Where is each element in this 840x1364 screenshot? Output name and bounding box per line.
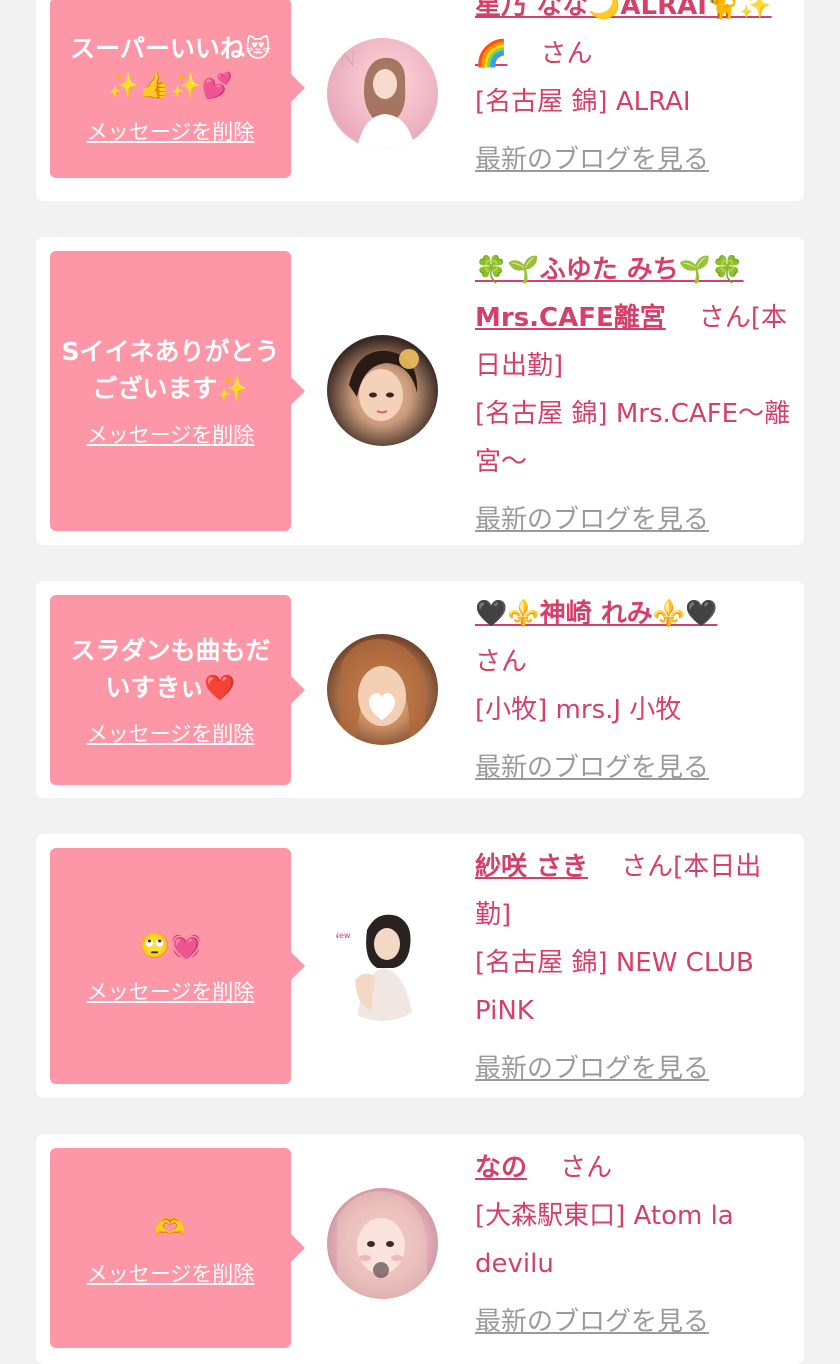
- message-text: 🙄💓: [139, 930, 202, 960]
- profile-info: 星乃 なな🌙ALRAI🐈✨🌈 さん [名古屋 錦] ALRAI 最新のブログを見…: [475, 0, 795, 184]
- honorific: さん: [475, 647, 528, 677]
- name-spacer: [535, 1153, 552, 1183]
- message-bubble: 🙄💓 メッセージを削除: [50, 848, 305, 1084]
- message-text: スラダンも曲もだいすきぃ❤️: [70, 636, 271, 702]
- avatar[interactable]: [327, 1188, 438, 1299]
- latest-blog-link[interactable]: 最新のブログを見る: [475, 1045, 709, 1093]
- honorific: さん: [621, 852, 674, 882]
- profile-info: 🍀🌱ふゆた みち🌱🍀Mrs.CAFE離宮 さん[本日出勤] [名古屋 錦] Mr…: [475, 246, 795, 544]
- message-text: 🫶: [154, 1212, 187, 1242]
- latest-blog-link[interactable]: 最新のブログを見る: [475, 1298, 709, 1346]
- profile-name-link[interactable]: なの: [475, 1153, 527, 1183]
- message-card: 🫶 メッセージを削除 なの さん [大森駅東口] Atom la devilu …: [36, 1134, 804, 1364]
- message-card: Sイイネありがとうございます✨ メッセージを削除 🍀🌱ふゆた みち🌱🍀Mrs.C…: [36, 237, 804, 545]
- shop-label: [名古屋 錦] Mrs.CAFE～離宮～: [475, 399, 791, 477]
- name-spacer: [516, 39, 533, 69]
- svg-text:New: New: [333, 931, 351, 940]
- message-bubble: Sイイネありがとうございます✨ メッセージを削除: [50, 251, 305, 531]
- message-card: スーパーいいね😻✨👍✨💕 メッセージを削除 N 星乃 なな🌙ALRAI🐈✨🌈 さ…: [36, 0, 804, 201]
- shop-label: [小牧] mrs.J 小牧: [475, 695, 682, 725]
- message-bubble: スーパーいいね😻✨👍✨💕 メッセージを削除: [50, 0, 305, 178]
- latest-blog-link[interactable]: 最新のブログを見る: [475, 744, 709, 792]
- delete-message-link[interactable]: メッセージを削除: [87, 1258, 255, 1288]
- name-spacer: [674, 303, 691, 333]
- message-text: Sイイネありがとうございます✨: [61, 337, 280, 403]
- shop-label: [名古屋 錦] NEW CLUB PiNK: [475, 948, 754, 1026]
- avatar[interactable]: New: [327, 910, 438, 1021]
- shop-label: [名古屋 錦] ALRAI: [475, 87, 691, 117]
- honorific: さん: [698, 303, 751, 333]
- delete-message-link[interactable]: メッセージを削除: [87, 419, 255, 449]
- delete-message-link[interactable]: メッセージを削除: [87, 116, 255, 146]
- message-text: スーパーいいね😻✨👍✨💕: [70, 34, 271, 100]
- delete-message-link[interactable]: メッセージを削除: [87, 976, 255, 1006]
- profile-info: なの さん [大森駅東口] Atom la devilu 最新のブログを見る: [475, 1144, 795, 1346]
- avatar-photo-icon: [339, 639, 425, 745]
- profile-info: 🖤⚜️神崎 れみ⚜️🖤 さん [小牧] mrs.J 小牧 最新のブログを見る: [475, 590, 795, 792]
- avatar[interactable]: [327, 335, 438, 446]
- latest-blog-link[interactable]: 最新のブログを見る: [475, 496, 709, 544]
- profile-name-link[interactable]: 紗咲 さき: [475, 852, 588, 882]
- name-spacer: [596, 852, 613, 882]
- honorific: さん: [540, 39, 593, 69]
- latest-blog-link[interactable]: 最新のブログを見る: [475, 136, 709, 184]
- message-bubble: 🫶 メッセージを削除: [50, 1148, 305, 1348]
- avatar[interactable]: N: [327, 38, 438, 149]
- avatar-photo-icon: [337, 1191, 427, 1299]
- honorific: さん: [560, 1153, 613, 1183]
- profile-name-link[interactable]: 🖤⚜️神崎 れみ⚜️🖤: [475, 599, 718, 629]
- avatar-photo-icon: N: [339, 47, 415, 149]
- message-card: 🙄💓 メッセージを削除 New 紗咲 さき さん[本日出勤] [名古屋 錦] N…: [36, 834, 804, 1098]
- message-card: スラダンも曲もだいすきぃ❤️ メッセージを削除 🖤⚜️神崎 れみ⚜️🖤 さん […: [36, 581, 804, 798]
- shop-label: [大森駅東口] Atom la devilu: [475, 1201, 734, 1279]
- delete-message-link[interactable]: メッセージを削除: [87, 718, 255, 748]
- message-bubble: スラダンも曲もだいすきぃ❤️ メッセージを削除: [50, 595, 305, 785]
- avatar[interactable]: [327, 634, 438, 745]
- svg-text:N: N: [339, 47, 357, 71]
- avatar-photo-icon: New: [333, 914, 413, 1021]
- profile-info: 紗咲 さき さん[本日出勤] [名古屋 錦] NEW CLUB PiNK 最新の…: [475, 843, 795, 1093]
- avatar-photo-icon: [349, 349, 419, 421]
